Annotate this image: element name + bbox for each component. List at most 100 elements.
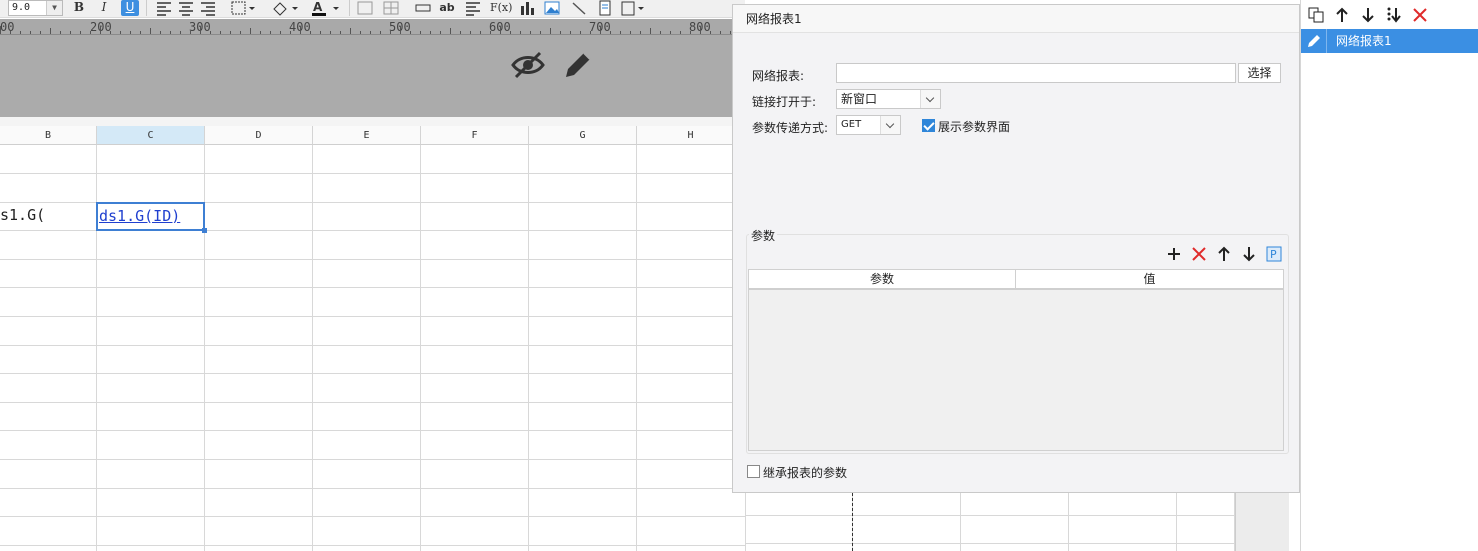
align-right-icon[interactable] (199, 0, 217, 16)
chevron-down-icon[interactable] (920, 90, 940, 108)
ruler-tick (670, 31, 671, 34)
cell-c3-text[interactable]: ds1.G(ID) (99, 207, 180, 225)
ruler-tick (10, 31, 11, 34)
ruler-tick (30, 31, 31, 34)
add-icon[interactable] (1165, 245, 1183, 263)
grid-row-line (0, 173, 745, 174)
bold-button[interactable]: B (70, 0, 88, 16)
inherit-params-checkbox[interactable] (747, 465, 760, 478)
open-in-select[interactable]: 新窗口 (836, 89, 941, 109)
ruler-tick (440, 31, 441, 34)
text-widget-button[interactable]: ab (438, 0, 456, 16)
ruler-tick (340, 31, 341, 34)
ruler-tick (580, 31, 581, 34)
font-color-icon[interactable]: A (310, 0, 342, 16)
page-setup-icon[interactable] (620, 0, 646, 16)
move-up-icon[interactable] (1333, 6, 1351, 24)
grid-row-line (0, 488, 745, 489)
pencil-icon[interactable] (562, 49, 594, 81)
ruler-tick (560, 31, 561, 34)
ruler-tick (650, 28, 651, 34)
ruler-tick (410, 31, 411, 34)
delete-icon[interactable] (1190, 245, 1208, 263)
ruler-tick (500, 26, 501, 34)
ruler-tick (510, 31, 511, 34)
column-header-d[interactable]: D (205, 126, 313, 145)
inherit-params-label: 继承报表的参数 (763, 466, 848, 480)
column-header-f[interactable]: F (421, 126, 529, 145)
align-left-icon[interactable] (155, 0, 173, 16)
hyperlink-list-item[interactable]: 网络报表1 (1301, 29, 1478, 53)
slash-icon[interactable] (570, 0, 588, 16)
select-button[interactable]: 选择 (1238, 63, 1281, 83)
column-header-b[interactable]: B (0, 126, 97, 145)
ruler-tick (380, 31, 381, 34)
move-bottom-icon[interactable] (1385, 6, 1403, 24)
ruler-tick (610, 31, 611, 34)
paragraph-icon[interactable] (464, 0, 482, 16)
chart-icon[interactable] (518, 0, 536, 16)
align-center-icon[interactable] (177, 0, 195, 16)
ruler-tick (290, 31, 291, 34)
chevron-down-icon[interactable] (880, 116, 900, 134)
show-params-checkbox[interactable] (922, 119, 935, 132)
formula-button[interactable]: F(x) (490, 0, 512, 16)
param-value-header[interactable]: 值 (1016, 270, 1283, 288)
horizontal-ruler: 00 200 300 400 500 600 700 800 (0, 19, 745, 35)
ruler-tick (110, 31, 111, 34)
ruler-tick (180, 31, 181, 34)
move-down-icon[interactable] (1240, 245, 1258, 263)
grid-column-line (636, 145, 637, 551)
fill-handle[interactable] (202, 228, 207, 233)
parameter-icon[interactable]: P (1265, 245, 1283, 263)
ruler-tick (460, 31, 461, 34)
document-icon[interactable] (596, 0, 614, 16)
report-input[interactable] (836, 63, 1236, 83)
ruler-tick (240, 31, 241, 34)
column-header-h[interactable]: H (637, 126, 745, 145)
column-header-g[interactable]: G (529, 126, 637, 145)
move-down-icon[interactable] (1359, 6, 1377, 24)
delete-icon[interactable] (1411, 6, 1429, 24)
text-field-icon[interactable] (414, 0, 432, 16)
merge-cells-icon[interactable] (356, 0, 374, 16)
ruler-tick (60, 31, 61, 34)
cell-b3[interactable]: s1.G( (0, 206, 45, 224)
border-icon[interactable] (230, 0, 256, 16)
column-header-e[interactable]: E (313, 126, 421, 145)
ruler-tick (90, 31, 91, 34)
ruler-tick (640, 31, 641, 34)
ruler-tick (620, 31, 621, 34)
move-up-icon[interactable] (1215, 245, 1233, 263)
params-table: 参数 值 (748, 269, 1284, 451)
chevron-down-icon[interactable]: ▼ (46, 1, 62, 15)
underline-button[interactable]: U (121, 0, 139, 16)
sheet-gridlines-right (745, 493, 1235, 551)
hyperlink-list-panel: 网络报表1 (1300, 0, 1478, 551)
ruler-tick (220, 31, 221, 34)
grid-row-line (0, 259, 745, 260)
font-size-select[interactable]: 9.0 ▼ (8, 0, 63, 16)
page-break-line (852, 493, 853, 551)
ruler-tick (730, 31, 731, 34)
grid-column-line (528, 145, 529, 551)
dialog-title: 网络报表1 (733, 5, 1299, 33)
split-cells-icon[interactable] (382, 0, 400, 16)
column-header-c[interactable]: C (97, 126, 205, 145)
format-toolbar: 9.0 ▼ B I U A ab F(x) (0, 0, 745, 18)
scroll-strip[interactable] (1235, 493, 1289, 551)
image-icon[interactable] (543, 0, 561, 16)
fill-color-icon[interactable] (270, 0, 300, 16)
param-method-select[interactable]: GET (836, 115, 901, 135)
app-root: 9.0 ▼ B I U A ab F(x) 00 B C D E F G H s… (0, 0, 1478, 551)
ruler-tick (160, 31, 161, 34)
ruler-tick (300, 26, 301, 34)
copy-icon[interactable] (1307, 6, 1325, 24)
eye-off-icon[interactable] (510, 49, 546, 81)
param-name-header[interactable]: 参数 (749, 270, 1016, 288)
ruler-tick (80, 31, 81, 34)
italic-button[interactable]: I (95, 0, 113, 16)
ruler-tick (330, 31, 331, 34)
ruler-tick (140, 31, 141, 34)
ruler-tick (120, 31, 121, 34)
